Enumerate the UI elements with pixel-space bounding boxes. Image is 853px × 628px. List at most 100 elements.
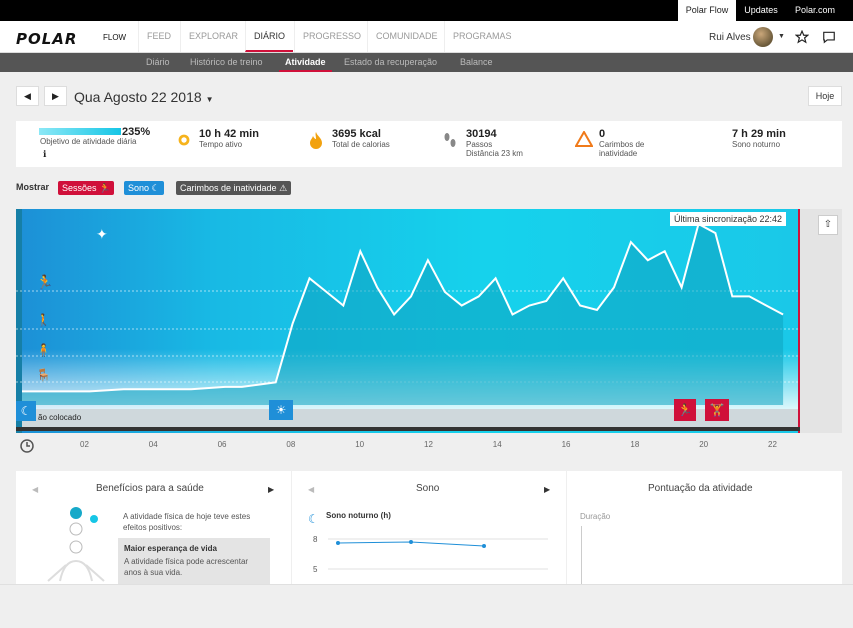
sleep-filter-chip[interactable]: Sono ☾ — [124, 181, 164, 195]
main-nav: POLAR FLOW FEED EXPLORAR DIÁRIO PROGRESS… — [0, 21, 853, 53]
sleep-point[interactable] — [336, 541, 340, 545]
user-name[interactable]: Rui Alves — [709, 32, 751, 43]
sleep-chip-label: Sono — [128, 183, 150, 193]
score-panel-title: Pontuação da atividade — [648, 483, 753, 494]
nav-diario[interactable]: DIÁRIO — [245, 21, 294, 52]
sleep-points — [336, 540, 486, 548]
subnav-diario[interactable]: Diário — [140, 53, 176, 72]
session-running-marker-icon[interactable]: 🏃 — [674, 399, 696, 421]
calories-value: 3695 kcal — [332, 128, 381, 140]
goal-label: Objetivo de atividade diária — [40, 137, 137, 146]
current-time-line — [798, 209, 800, 433]
chart-x-axis: 02 04 06 08 10 12 14 16 18 20 22 — [16, 433, 842, 455]
x-tick-label: 02 — [80, 440, 89, 449]
inactivity-label: Carimbos de inatividade — [599, 140, 645, 158]
page-footer — [0, 584, 853, 628]
x-tick-label: 22 — [768, 440, 777, 449]
sessions-filter-chip[interactable]: Sessões 🏃 — [58, 181, 115, 195]
distance-value: Distância 23 km — [466, 149, 523, 158]
goal-progress-bar — [39, 128, 121, 135]
prev-day-button[interactable]: ◀ — [16, 86, 39, 106]
nav-explorar[interactable]: EXPLORAR — [180, 21, 246, 52]
date-text: Qua Agosto 22 2018 — [74, 89, 202, 105]
nav-progresso[interactable]: PROGRESSO — [294, 21, 369, 52]
expand-chart-button[interactable]: ⇧ — [818, 215, 838, 235]
x-tick-label: 06 — [217, 440, 227, 449]
x-tick-label: 18 — [630, 440, 640, 449]
chevron-down-icon: ▼ — [205, 95, 214, 104]
tab-updates[interactable]: Updates — [738, 0, 784, 21]
filter-label: Mostrar — [16, 182, 50, 192]
footsteps-icon — [444, 133, 456, 147]
prev-panel-icon[interactable]: ◀ — [32, 485, 38, 494]
runner-icon: 🏃 — [99, 183, 111, 193]
health-panel-title: Benefícios para a saúde — [96, 483, 204, 494]
active-time-value: 10 h 42 min — [199, 128, 259, 140]
health-card-title: Maior esperança de vida — [124, 544, 217, 553]
next-panel-icon[interactable]: ▶ — [268, 485, 274, 494]
subnav-historico[interactable]: Histórico de treino — [184, 53, 269, 72]
moon-icon: ☾ — [151, 183, 160, 193]
activity-chart[interactable]: ✦ 🏃 🚶 🧍 🪑 Última sincronização 22:42 ⇧ ☾… — [16, 209, 842, 433]
standing-icon: 🧍 — [36, 343, 51, 357]
info-icon[interactable]: ℹ — [43, 149, 46, 160]
health-benefit-card[interactable]: Maior esperança de vida A atividade físi… — [118, 538, 270, 584]
next-day-button[interactable]: ▶ — [44, 86, 67, 106]
tab-polar-flow[interactable]: Polar Flow — [678, 0, 736, 21]
sleep-point[interactable] — [482, 544, 486, 548]
sleep-mini-chart — [328, 538, 548, 570]
next-panel-icon[interactable]: ▶ — [544, 485, 550, 494]
inactivity-stamp-icon: ⚠ — [279, 183, 288, 193]
subnav-atividade[interactable]: Atividade — [279, 53, 332, 72]
nav-programas[interactable]: PROGRAMAS — [444, 21, 520, 52]
running-icon: 🏃 — [36, 274, 53, 290]
score-subtitle: Duração — [580, 512, 611, 521]
chart-left-strip — [16, 209, 22, 433]
star-icon[interactable] — [795, 30, 809, 44]
health-intro-text: A atividade física de hoje teve estes ef… — [123, 512, 251, 532]
session-strength-marker-icon[interactable]: 🏋 — [705, 399, 729, 421]
not-worn-label: ão colocado — [38, 413, 82, 422]
chart-baseline — [16, 427, 800, 431]
sleep-point[interactable] — [409, 540, 413, 544]
walking-icon: 🚶 — [36, 313, 51, 327]
last-sync-label: Última sincronização 22:42 — [670, 212, 787, 226]
moon-icon — [712, 133, 720, 149]
subnav-balance[interactable]: Balance — [454, 53, 499, 72]
tab-polar-com[interactable]: Polar.com — [786, 0, 844, 21]
date-title[interactable]: Qua Agosto 22 2018 ▼ — [74, 89, 213, 105]
sleep-marker-icon[interactable]: ☾ — [16, 401, 36, 421]
sessions-chip-label: Sessões — [62, 183, 97, 193]
nav-feed[interactable]: FEED — [138, 21, 179, 52]
sleep-y-tick-5: 5 — [313, 565, 318, 574]
health-benefits-panel: ◀ Benefícios para a saúde ▶ A atividade … — [16, 471, 291, 584]
chevron-down-icon[interactable]: ▼ — [778, 33, 785, 40]
body-figure-icon — [47, 507, 105, 582]
today-button[interactable]: Hoje — [808, 86, 842, 106]
sleep-panel: ◀ Sono ▶ ☾ Sono noturno (h) 8 5 — [292, 471, 566, 584]
calories-label: Total de calorias — [332, 140, 390, 149]
flow-logo-text: FLOW — [103, 33, 127, 42]
sleep-panel-title: Sono — [416, 483, 440, 494]
prev-panel-icon[interactable]: ◀ — [308, 485, 314, 494]
inactivity-chip-label: Carimbos de inatividade — [180, 183, 277, 193]
message-icon[interactable] — [822, 30, 836, 44]
steps-label: Passos — [466, 140, 493, 149]
avatar[interactable] — [753, 27, 773, 47]
score-axis — [581, 526, 582, 584]
flame-icon — [310, 132, 322, 149]
x-tick-label: 14 — [492, 440, 502, 449]
wake-up-marker-icon[interactable]: ☀ — [269, 400, 293, 420]
x-tick-label: 04 — [148, 440, 158, 449]
sun-clock-icon — [178, 134, 190, 146]
nav-comunidade[interactable]: COMUNIDADE — [367, 21, 446, 52]
clock-icon — [20, 439, 34, 453]
inactivity-filter-chip[interactable]: Carimbos de inatividade ⚠ — [176, 181, 292, 195]
steps-value: 30194 — [466, 128, 497, 140]
x-tick-label: 16 — [561, 440, 571, 449]
subnav-recuperacao[interactable]: Estado da recuperação — [338, 53, 443, 72]
polar-logo[interactable]: POLAR — [16, 30, 77, 48]
active-time-label: Tempo ativo — [199, 140, 243, 149]
top-strip: Polar Flow Updates Polar.com — [0, 0, 853, 21]
activity-score-panel: Pontuação da atividade Duração — [567, 471, 842, 584]
